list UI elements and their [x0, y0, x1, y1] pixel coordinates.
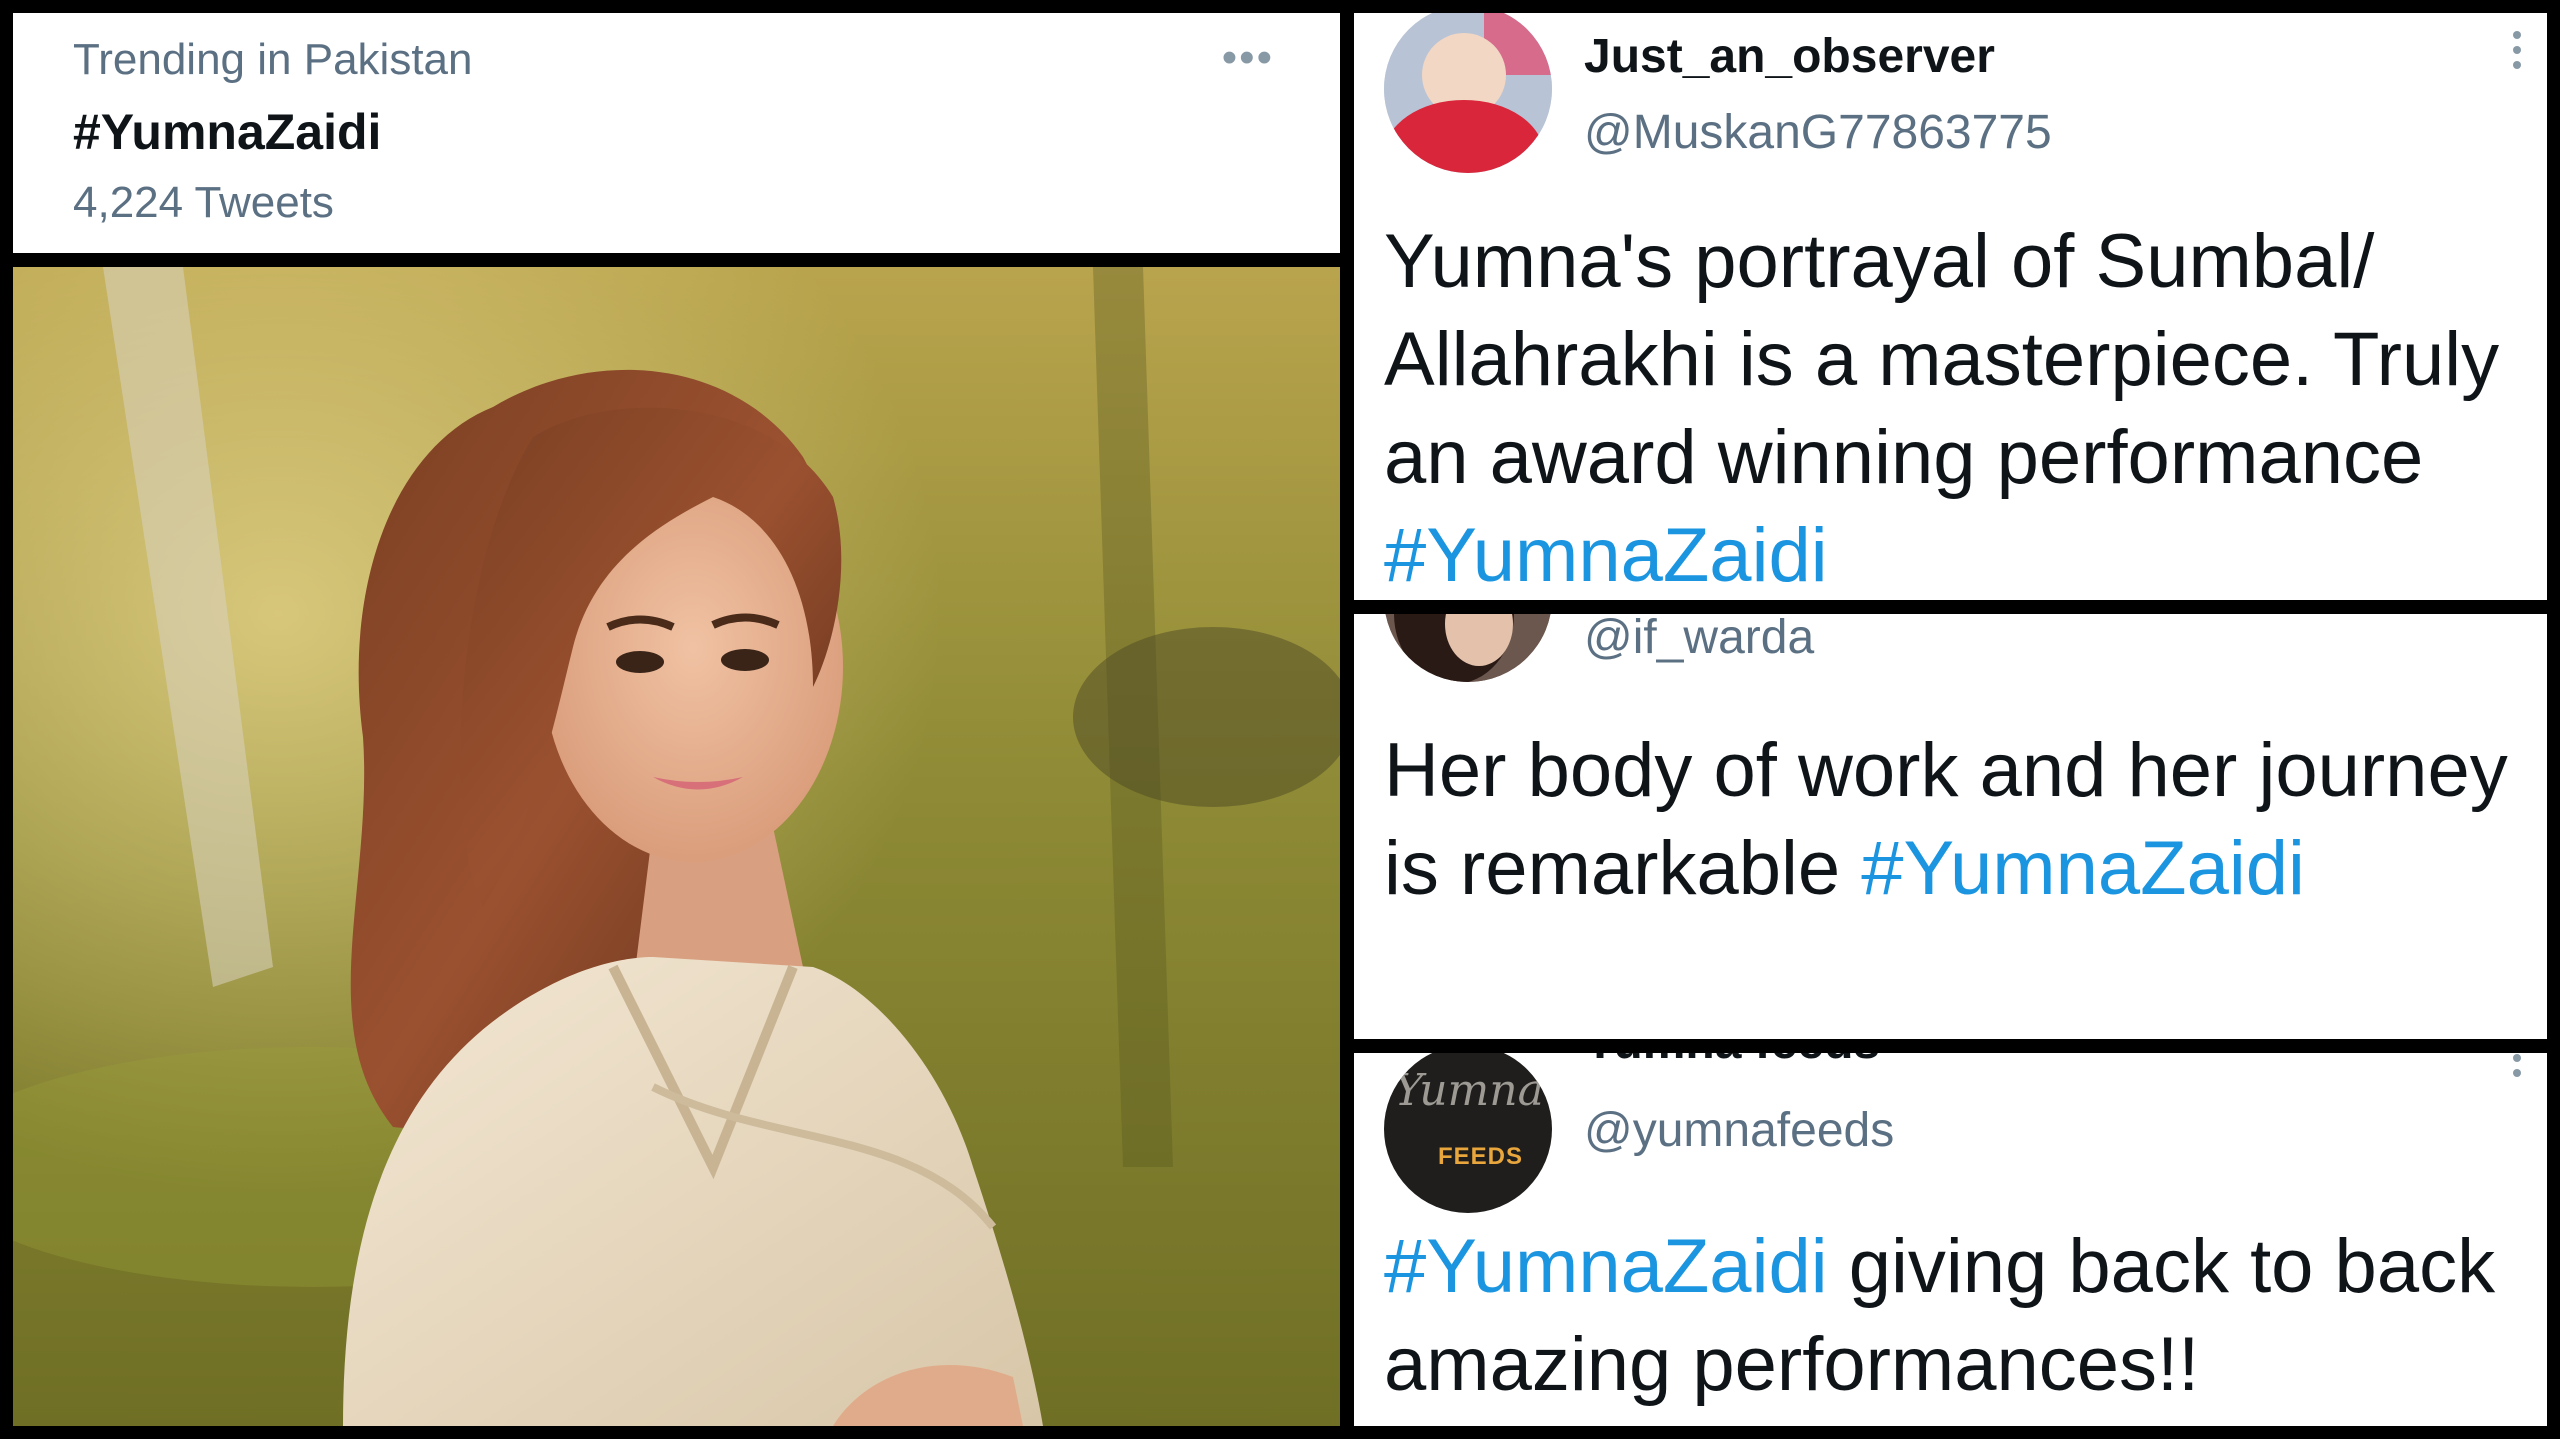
user-handle[interactable]: @yumnafeeds	[1584, 1103, 1894, 1158]
user-handle[interactable]: @if_warda	[1584, 614, 1814, 665]
portrait-illustration	[13, 267, 1340, 1426]
hashtag-link[interactable]: #YumnaZaidi	[1384, 1224, 1828, 1309]
tweet-text-content: Yumna's portrayal of Sumbal/ Allahrakhi …	[1384, 219, 2500, 500]
tweet-card[interactable]: Yumna FEEDS Yumna feeds @yumnafeeds #Yum…	[1354, 1053, 2547, 1426]
user-display-name[interactable]: Yumna feeds	[1584, 1053, 1880, 1070]
trend-tweet-count: 4,224 Tweets	[73, 178, 334, 227]
avatar-logo-word: FEEDS	[1438, 1143, 1524, 1170]
tweet-card[interactable]: @if_warda Her body of work and her journ…	[1354, 614, 2547, 1039]
user-avatar[interactable]: Yumna FEEDS	[1384, 1053, 1552, 1213]
trend-card[interactable]: Trending in Pakistan #YumnaZaidi 4,224 T…	[13, 13, 1340, 253]
user-handle[interactable]: @MuskanG77863775	[1584, 105, 2052, 160]
user-display-name[interactable]: Just_an_observer	[1584, 29, 1995, 84]
avatar-image	[1384, 614, 1552, 682]
more-horizontal-icon[interactable]: •••	[1222, 33, 1274, 83]
hashtag-link[interactable]: #YumnaZaidi	[1384, 513, 1828, 598]
tweet-card[interactable]: Just_an_observer @MuskanG77863775 Yumna'…	[1354, 13, 2547, 600]
tweet-text: Yumna's portrayal of Sumbal/ Allahrakhi …	[1384, 213, 2534, 600]
more-vertical-icon[interactable]	[2513, 31, 2521, 76]
tweet-text: #YumnaZaidi giving back to back amazing …	[1384, 1218, 2534, 1414]
trend-hashtag[interactable]: #YumnaZaidi	[73, 103, 381, 161]
avatar-image	[1384, 13, 1552, 173]
user-avatar[interactable]	[1384, 614, 1552, 682]
hashtag-link[interactable]: #YumnaZaidi	[1861, 826, 2305, 911]
trend-context: Trending in Pakistan	[73, 35, 473, 84]
avatar-logo-script: Yumna	[1394, 1065, 1544, 1116]
tweet-text: Her body of work and her journey is rema…	[1384, 722, 2534, 918]
more-vertical-icon[interactable]	[2513, 1053, 2521, 1084]
woman-portrait-photo	[13, 267, 1340, 1426]
user-avatar[interactable]	[1384, 13, 1552, 173]
